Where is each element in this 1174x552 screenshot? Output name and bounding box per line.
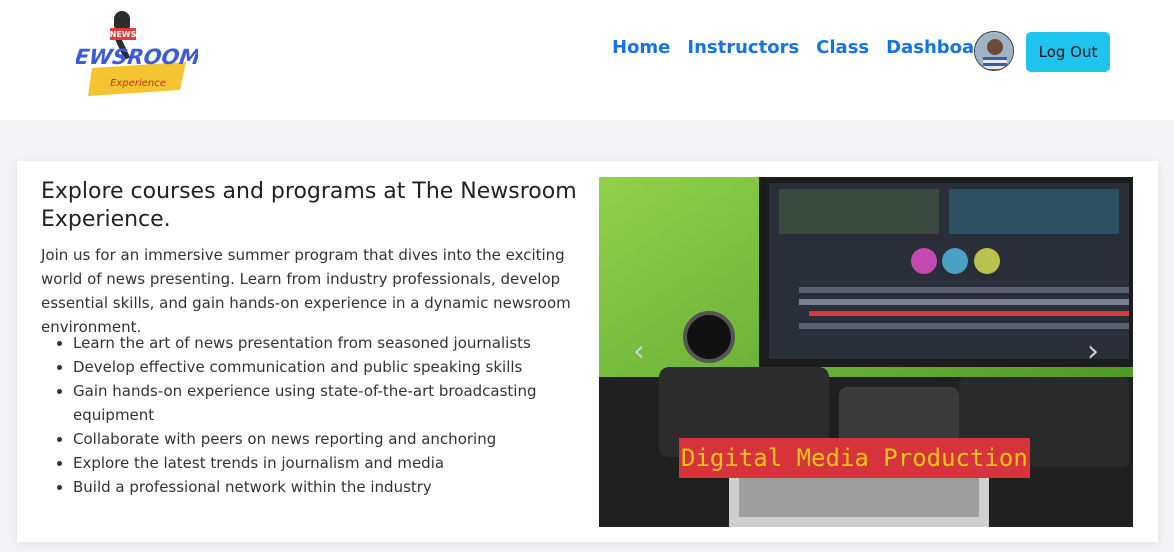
image-carousel[interactable]: ‹ › Digital Media Production: [599, 177, 1133, 527]
feature-item: Gain hands-on experience using state-of-…: [73, 379, 553, 427]
logout-button[interactable]: Log Out: [1026, 32, 1110, 72]
feature-list: Learn the art of news presentation from …: [73, 331, 553, 499]
feature-item: Learn the art of news presentation from …: [73, 331, 553, 355]
hero-card: Explore courses and programs at The News…: [17, 161, 1158, 542]
logo-title: NEWSROOM: [76, 44, 198, 69]
logo-news-tag: NEWS: [110, 30, 137, 39]
hero-description: Join us for an immersive summer program …: [41, 246, 571, 336]
newsroom-logo[interactable]: NEWS NEWSROOM Experience: [56, 6, 202, 98]
slide-caption: Digital Media Production: [679, 438, 1030, 478]
feature-item: Collaborate with peers on news reporting…: [73, 427, 553, 451]
feature-item: Explore the latest trends in journalism …: [73, 451, 553, 475]
nav-class[interactable]: Class: [816, 35, 869, 61]
feature-item: Develop effective communication and publ…: [73, 355, 553, 379]
user-avatar[interactable]: [974, 31, 1014, 71]
chevron-left-icon[interactable]: ‹: [627, 335, 651, 369]
hero-heading: Explore courses and programs at The News…: [41, 179, 577, 232]
nav-links: Home Instructors Class Dashboard: [612, 35, 996, 61]
chevron-right-icon[interactable]: ›: [1081, 335, 1105, 369]
logo-subtitle: Experience: [110, 78, 166, 89]
nav-home[interactable]: Home: [612, 35, 670, 61]
navbar: NEWS NEWSROOM Experience Home Instructor…: [0, 0, 1174, 120]
feature-item: Build a professional network within the …: [73, 475, 553, 499]
nav-instructors[interactable]: Instructors: [687, 35, 799, 61]
